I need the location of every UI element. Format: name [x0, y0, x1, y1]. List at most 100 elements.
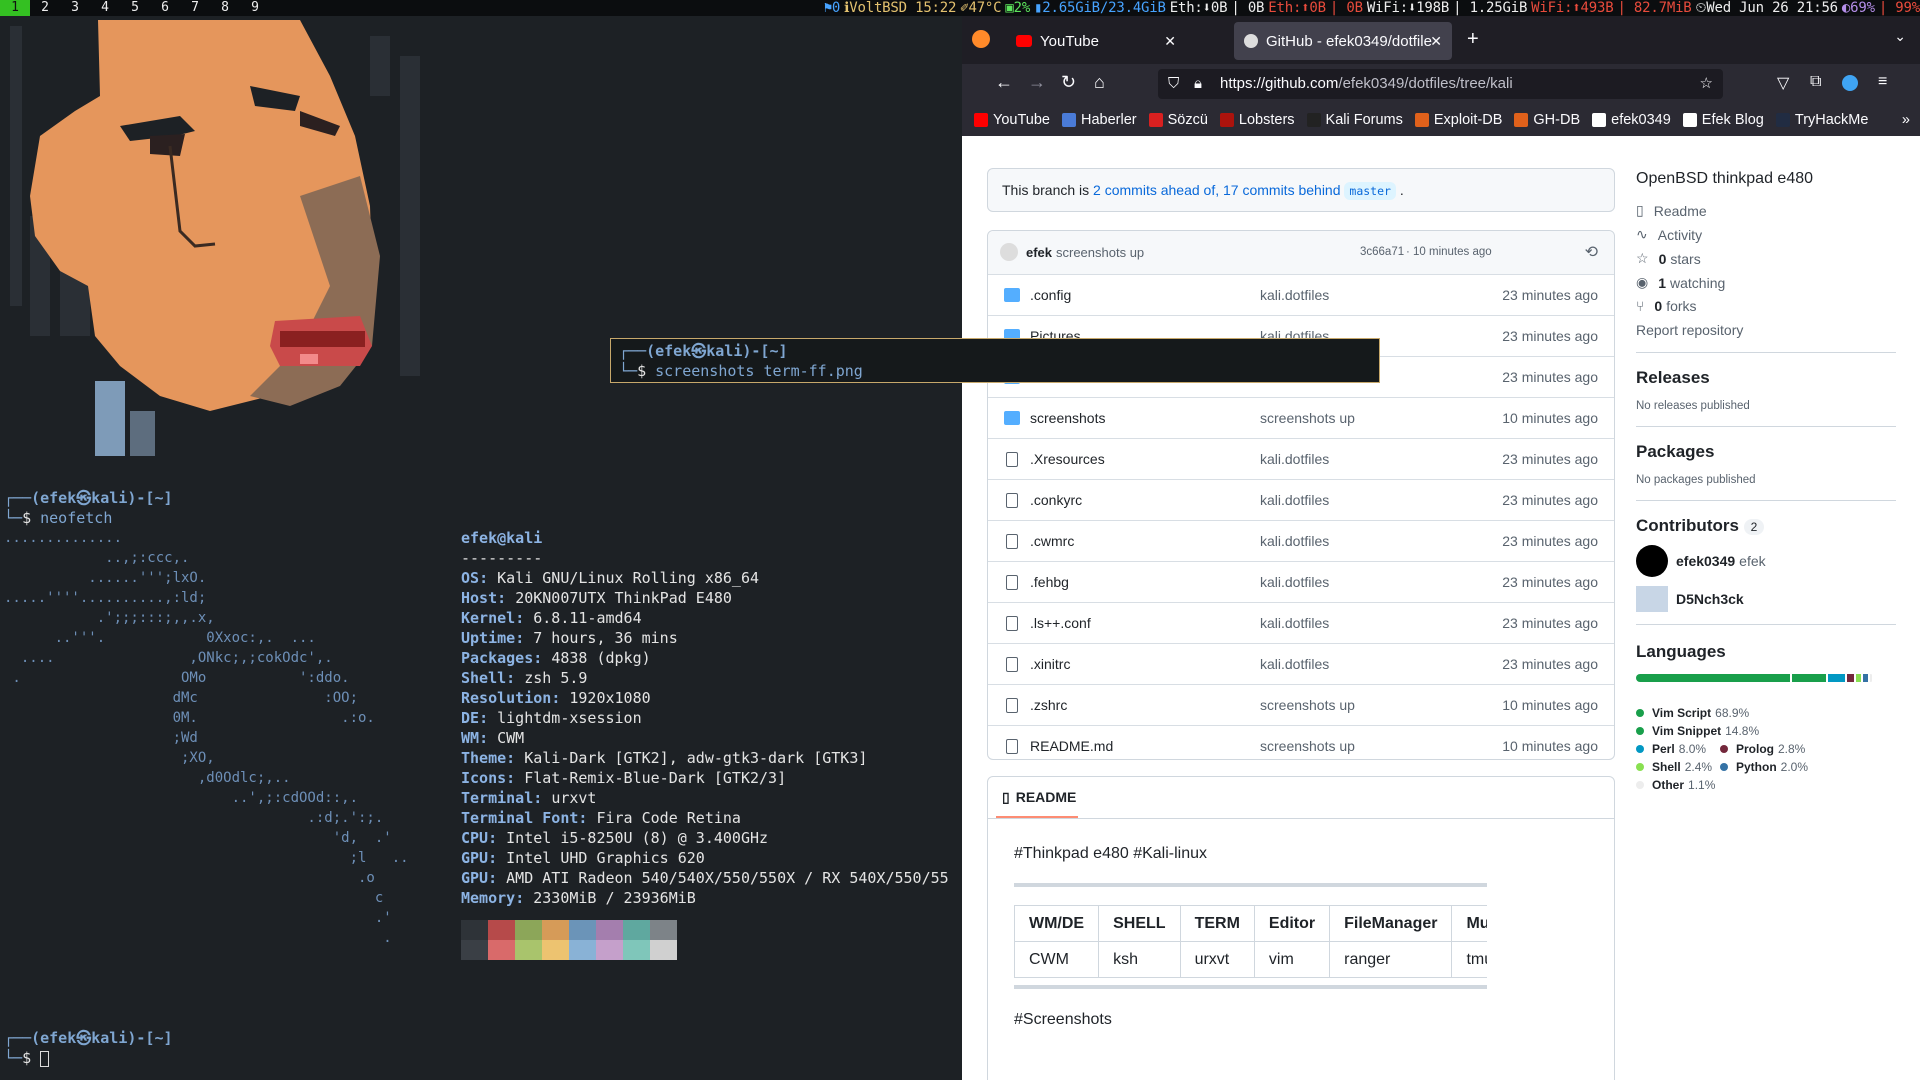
workspace-8[interactable]: 8	[210, 0, 240, 16]
tab-youtube[interactable]: YouTube ✕	[1006, 22, 1186, 60]
reload-icon[interactable]: ↻	[1061, 72, 1076, 93]
chevron-more-icon[interactable]: »	[1902, 112, 1910, 128]
workspace-4[interactable]: 4	[90, 0, 120, 16]
report-link[interactable]: Report repository	[1636, 322, 1743, 338]
bookmark-tryhackme[interactable]: TryHackMe	[1775, 112, 1868, 128]
workspace-2[interactable]: 2	[30, 0, 60, 16]
readme-tab[interactable]: ▯ README	[996, 777, 1078, 818]
watching-link[interactable]: ◉ 1 watching	[1636, 274, 1725, 291]
workspace-1[interactable]: 1	[0, 0, 30, 16]
ahead-link[interactable]: 2 commits ahead of,	[1093, 182, 1219, 198]
file-name[interactable]: .zshrc	[1030, 697, 1067, 713]
file-name[interactable]: .fehbg	[1030, 574, 1069, 590]
forks-link[interactable]: ⑂ 0 forks	[1636, 298, 1697, 314]
file-row[interactable]: .conkyrc kali.dotfiles 23 minutes ago	[988, 479, 1614, 520]
command-input[interactable]: └─$ screenshots term-ff.png	[619, 361, 863, 381]
language-item[interactable]: Perl 8.0%	[1636, 742, 1706, 756]
file-row[interactable]: .zshrc screenshots up 10 minutes ago	[988, 684, 1614, 725]
bookmark-s-zc-[interactable]: Sözcü	[1148, 112, 1208, 128]
firefox-menu-icon[interactable]	[972, 30, 990, 48]
commit-author[interactable]: efek	[1026, 245, 1052, 260]
pulse-icon: ∿	[1636, 226, 1648, 242]
floating-terminal[interactable]: ┌──(efek㉿kali)-[~] └─$ screenshots term-…	[610, 338, 1380, 383]
file-commit[interactable]: screenshots up	[1260, 697, 1355, 713]
bookmark-youtube[interactable]: YouTube	[974, 112, 1050, 128]
bookmark-gh-db[interactable]: GH-DB	[1514, 112, 1580, 128]
language-item[interactable]: Other 1.1%	[1636, 778, 1715, 792]
bookmark-star-icon[interactable]: ☆	[1700, 69, 1713, 99]
file-name[interactable]: README.md	[1030, 738, 1113, 754]
contributors-heading[interactable]: Contributors 2	[1636, 516, 1765, 536]
list-tabs-icon[interactable]: ⌄	[1894, 28, 1906, 45]
file-row[interactable]: .cwmrc kali.dotfiles 23 minutes ago	[988, 520, 1614, 561]
language-item[interactable]: Prolog 2.8%	[1720, 742, 1805, 756]
activity-link[interactable]: ∿ Activity	[1636, 226, 1702, 243]
packages-heading[interactable]: Packages	[1636, 442, 1714, 462]
file-commit[interactable]: kali.dotfiles	[1260, 615, 1329, 631]
workspace-7[interactable]: 7	[180, 0, 210, 16]
extension-icon[interactable]	[1842, 75, 1858, 91]
file-commit[interactable]: kali.dotfiles	[1260, 451, 1329, 467]
file-commit[interactable]: kali.dotfiles	[1260, 533, 1329, 549]
history-icon[interactable]: ⟲	[1585, 242, 1598, 262]
close-icon[interactable]: ✕	[1430, 33, 1442, 50]
new-tab-button[interactable]: +	[1467, 28, 1479, 51]
bookmark-efek-blog[interactable]: Efek Blog	[1682, 112, 1764, 128]
file-row[interactable]: README.md screenshots up 10 minutes ago	[988, 725, 1614, 766]
extensions-icon[interactable]: ⧉	[1810, 73, 1821, 91]
language-item[interactable]: Vim Script 68.9%	[1636, 706, 1749, 720]
file-commit[interactable]: kali.dotfiles	[1260, 656, 1329, 672]
behind-link[interactable]: 17 commits behind	[1223, 182, 1341, 198]
pocket-icon[interactable]: ▽	[1777, 73, 1789, 93]
file-row[interactable]: .xinitrc kali.dotfiles 23 minutes ago	[988, 643, 1614, 684]
language-item[interactable]: Python 2.0%	[1720, 760, 1808, 774]
commit-hash[interactable]: 3c66a71	[1360, 246, 1404, 258]
file-name[interactable]: .conkyrc	[1030, 492, 1082, 508]
file-row[interactable]: .Xresources kali.dotfiles 23 minutes ago	[988, 438, 1614, 479]
file-name[interactable]: .ls++.conf	[1030, 615, 1091, 631]
bookmark-lobsters[interactable]: Lobsters	[1219, 112, 1295, 128]
file-commit[interactable]: screenshots up	[1260, 738, 1355, 754]
close-icon[interactable]: ✕	[1164, 33, 1176, 50]
file-name[interactable]: .config	[1030, 287, 1071, 303]
file-name[interactable]: screenshots	[1030, 410, 1105, 426]
file-commit[interactable]: kali.dotfiles	[1260, 574, 1329, 590]
bookmark-haberler[interactable]: Haberler	[1061, 112, 1137, 128]
tab-github[interactable]: GitHub - efek0349/dotfile ✕	[1234, 22, 1452, 60]
file-row[interactable]: .config kali.dotfiles 23 minutes ago	[988, 274, 1614, 315]
file-name[interactable]: .xinitrc	[1030, 656, 1070, 672]
bookmark-kali-forums[interactable]: Kali Forums	[1306, 112, 1403, 128]
file-row[interactable]: .fehbg kali.dotfiles 23 minutes ago	[988, 561, 1614, 602]
workspace-9[interactable]: 9	[240, 0, 270, 16]
file-commit[interactable]: screenshots up	[1260, 410, 1355, 426]
readme-link[interactable]: ▯ Readme	[1636, 202, 1707, 219]
language-item[interactable]: Vim Snippet 14.8%	[1636, 724, 1759, 738]
file-commit[interactable]: kali.dotfiles	[1260, 287, 1329, 303]
stars-link[interactable]: ☆ 0 stars	[1636, 250, 1701, 267]
command-line[interactable]: └─$	[4, 1048, 50, 1068]
file-commit[interactable]: kali.dotfiles	[1260, 492, 1329, 508]
language-item[interactable]: Shell 2.4%	[1636, 760, 1712, 774]
file-icon	[1006, 574, 1018, 590]
forward-icon[interactable]: →	[1028, 72, 1046, 93]
commit-message[interactable]: screenshots up	[1056, 245, 1144, 260]
workspace-5[interactable]: 5	[120, 0, 150, 16]
bookmark-exploit-db[interactable]: Exploit-DB	[1414, 112, 1502, 128]
url-bar[interactable]: ⛉ 🔒︎ https://github.com/efek0349/dotfile…	[1158, 69, 1723, 99]
file-row[interactable]: screenshots screenshots up 10 minutes ago	[988, 397, 1614, 438]
contributor-d5nch3ck[interactable]: D5Nch3ck	[1636, 586, 1748, 612]
firefox-window[interactable]: YouTube ✕ GitHub - efek0349/dotfile ✕ + …	[962, 16, 1920, 1080]
file-name[interactable]: .Xresources	[1030, 451, 1105, 467]
contributor-efek0349[interactable]: efek0349 efek	[1636, 545, 1766, 577]
menu-icon[interactable]: ≡	[1878, 73, 1887, 91]
back-icon[interactable]: ←	[995, 72, 1013, 93]
workspace-3[interactable]: 3	[60, 0, 90, 16]
releases-heading[interactable]: Releases	[1636, 368, 1710, 388]
terminal-window[interactable]: ┌──(efek㉿kali)-[~] └─$ neofetch ........…	[0, 16, 962, 1080]
file-row[interactable]: .ls++.conf kali.dotfiles 23 minutes ago	[988, 602, 1614, 643]
bookmark-efek0349[interactable]: efek0349	[1592, 112, 1671, 128]
workspace-6[interactable]: 6	[150, 0, 180, 16]
home-icon[interactable]: ⌂	[1094, 72, 1105, 93]
file-name[interactable]: .cwmrc	[1030, 533, 1074, 549]
branch-badge[interactable]: master	[1344, 182, 1396, 200]
